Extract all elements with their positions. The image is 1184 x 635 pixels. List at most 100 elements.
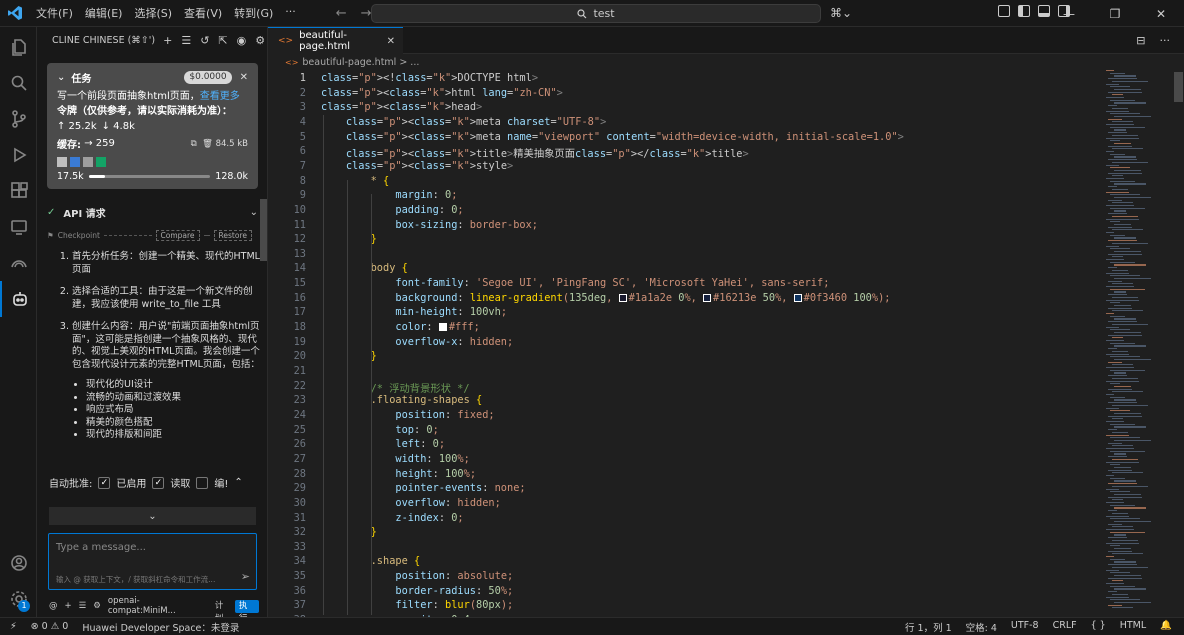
editor-scrollbar[interactable]	[1172, 70, 1184, 617]
code-line[interactable]: box-sizing: border-box;	[321, 219, 538, 231]
extensions-icon[interactable]	[0, 173, 37, 209]
auto-enabled-checkbox[interactable]: ✓	[98, 476, 111, 489]
code-line[interactable]: }	[321, 526, 377, 538]
code-line[interactable]: class="p"><class="k">meta charset="UTF-8…	[321, 116, 606, 128]
encoding[interactable]: UTF-8	[1011, 620, 1039, 634]
compare-button[interactable]: Compare	[155, 230, 200, 241]
code-line[interactable]: width: 100%;	[321, 453, 469, 465]
at-mention-icon[interactable]: @	[49, 601, 58, 611]
code-line[interactable]: background: linear-gradient(135deg, #1a1…	[321, 292, 890, 304]
code-line[interactable]: left: 0;	[321, 438, 445, 450]
cursor-position[interactable]: 行 1，列 1	[905, 620, 952, 634]
more-actions-icon[interactable]: ···	[1160, 34, 1171, 47]
model-icon[interactable]: ⚙	[93, 601, 101, 611]
code-line[interactable]: margin: 0;	[321, 189, 457, 201]
open-external-icon[interactable]: ⇱	[218, 34, 227, 47]
code-line[interactable]: /* 浮动背景形状 */	[321, 380, 470, 395]
sidebar-scrollbar[interactable]	[260, 199, 267, 261]
code-line[interactable]: z-index: 0;	[321, 512, 463, 524]
menu-more-icon[interactable]: ···	[279, 5, 302, 21]
account-circle-icon[interactable]: ◉	[237, 34, 247, 47]
code-line[interactable]: * {	[321, 175, 390, 187]
restore-button[interactable]: Restore	[213, 230, 252, 241]
code-line[interactable]: class="p"><!class="k">DOCTYPE html>	[321, 72, 538, 84]
code-line[interactable]: color: #fff;	[321, 321, 479, 333]
huawei-space-icon[interactable]	[0, 245, 37, 281]
code-line[interactable]: padding: 0;	[321, 204, 463, 216]
code-line[interactable]: class="p"><class="k">meta name="viewport…	[321, 131, 904, 143]
mcp-server-icon[interactable]: ☰	[79, 601, 87, 611]
plan-act-toggle[interactable]: 计划 执行	[211, 599, 259, 624]
history-icon[interactable]: ↺	[200, 34, 209, 47]
code-line[interactable]: }	[321, 233, 377, 245]
language-braces-icon[interactable]: { }	[1091, 620, 1106, 634]
code-line[interactable]: overflow-x: hidden;	[321, 336, 513, 348]
mcp-icon[interactable]: ☰	[181, 34, 191, 47]
sidebar-settings-icon[interactable]: ⚙	[255, 34, 265, 47]
auto-edit-checkbox[interactable]	[196, 476, 209, 489]
code-line[interactable]: class="p"><class="k">title>精美抽象页面class="…	[321, 145, 749, 160]
run-debug-icon[interactable]	[0, 137, 37, 173]
scrollbar-thumb[interactable]	[1174, 72, 1183, 102]
code-line[interactable]: height: 100%;	[321, 468, 476, 480]
forward-arrow-icon[interactable]: →	[361, 6, 372, 21]
remote-icon[interactable]: ⚡	[10, 621, 17, 632]
auto-read-checkbox[interactable]: ✓	[152, 476, 165, 489]
close-task-icon[interactable]: ✕	[240, 72, 248, 83]
back-arrow-icon[interactable]: ←	[336, 6, 347, 21]
send-icon[interactable]: ➢	[241, 570, 250, 583]
act-mode[interactable]: 执行	[234, 599, 259, 624]
line-ending[interactable]: CRLF	[1053, 620, 1077, 634]
code-line[interactable]: top: 0;	[321, 424, 438, 436]
close-window-icon[interactable]: ✕	[1138, 0, 1184, 27]
indentation[interactable]: 空格: 4	[966, 620, 997, 634]
language-mode[interactable]: HTML	[1120, 620, 1146, 634]
api-request-row[interactable]: ✓ API 请求 ⌄	[47, 205, 258, 220]
settings-gear-icon[interactable]: 1	[0, 581, 37, 617]
chat-dropdown-icon[interactable]: ⌘⌄	[830, 6, 852, 20]
add-context-icon[interactable]: +	[65, 601, 72, 611]
code-line[interactable]: font-family: 'Segoe UI', 'PingFang SC', …	[321, 277, 829, 289]
code-line[interactable]: body {	[321, 262, 408, 274]
toggle-primary-sidebar-icon[interactable]	[1018, 5, 1030, 17]
account-icon[interactable]	[0, 545, 37, 581]
command-center-search[interactable]: test	[371, 4, 821, 23]
code-line[interactable]: }	[321, 350, 377, 362]
model-selector[interactable]: openai-compat:MiniM...	[108, 596, 204, 616]
code-editor[interactable]: 1 class="p"><!class="k">DOCTYPE html> 2 cla…	[268, 70, 1104, 617]
menu-file[interactable]: 文件(F)	[30, 5, 79, 21]
huawei-space-status[interactable]: Huawei Developer Space：未登录	[82, 620, 239, 634]
new-task-icon[interactable]: +	[163, 34, 172, 47]
explorer-icon[interactable]	[0, 29, 37, 65]
tab-beautiful-page[interactable]: <> beautiful-page.html ✕	[268, 27, 403, 54]
split-editor-icon[interactable]: ⊟	[1136, 34, 1145, 47]
chevron-up-icon[interactable]: ⌃	[234, 477, 242, 488]
remote-explorer-icon[interactable]	[0, 209, 37, 245]
code-line[interactable]: .floating-shapes {	[321, 394, 483, 406]
code-line[interactable]: position: absolute;	[321, 570, 513, 582]
close-tab-icon[interactable]: ✕	[387, 36, 395, 47]
code-line[interactable]: pointer-events: none;	[321, 482, 525, 494]
code-line[interactable]: class="p"><class="k">style>	[321, 160, 513, 172]
code-line[interactable]: class="p"><class="k">head>	[321, 101, 482, 113]
problems-indicator[interactable]: ⊗ 0 ⚠ 0	[31, 621, 69, 632]
code-line[interactable]: filter: blur(80px);	[321, 599, 513, 611]
notifications-bell-icon[interactable]: 🔔	[1160, 620, 1172, 634]
minimap[interactable]	[1104, 70, 1170, 617]
see-more-link[interactable]: 查看更多	[200, 91, 240, 102]
scroll-down-button[interactable]: ⌄	[49, 507, 256, 525]
search-sidebar-icon[interactable]	[0, 65, 37, 101]
code-line[interactable]: min-height: 100vh;	[321, 306, 507, 318]
menu-edit[interactable]: 编辑(E)	[79, 5, 129, 21]
restore-icon[interactable]: ❐	[1092, 0, 1138, 27]
customize-layout-icon[interactable]	[998, 5, 1010, 17]
menu-selection[interactable]: 选择(S)	[128, 5, 178, 21]
chevron-down-icon[interactable]: ⌄	[57, 72, 65, 83]
copy-icon[interactable]: ⧉	[191, 139, 197, 149]
chevron-down-icon[interactable]: ⌄	[250, 207, 258, 218]
breadcrumb-text[interactable]: beautiful-page.html > ...	[302, 57, 419, 68]
plan-mode[interactable]: 计划	[211, 600, 235, 624]
message-input[interactable]: Type a message... 输入 @ 获取上下文，/ 获取斜杠命令和工作…	[48, 533, 257, 590]
minimize-icon[interactable]: —	[1046, 0, 1092, 27]
cline-chat-icon[interactable]	[0, 281, 37, 317]
